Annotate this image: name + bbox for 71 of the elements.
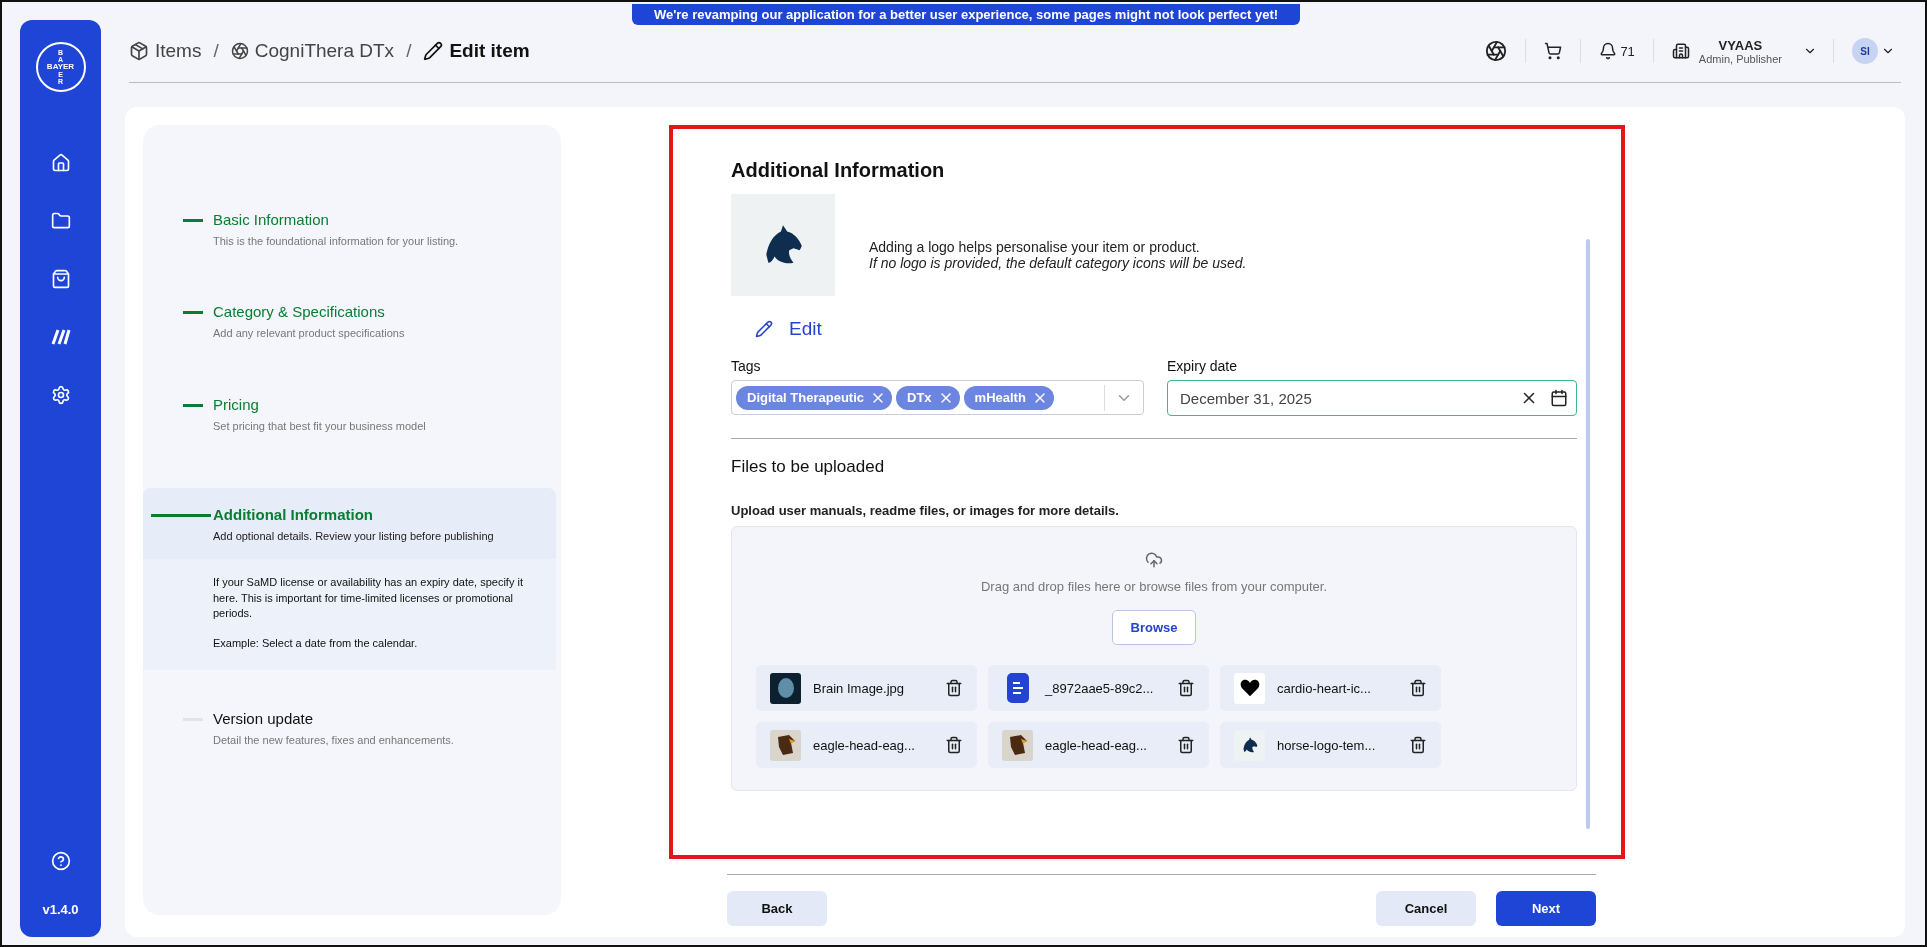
logo-note: If no logo is provided, the default category icons will be used.: [869, 255, 1247, 271]
logo-text: BAYER: [46, 63, 75, 71]
trash-icon[interactable]: [1177, 679, 1195, 697]
trash-icon[interactable]: [945, 736, 963, 754]
trash-icon[interactable]: [945, 679, 963, 697]
pencil-icon: [755, 320, 773, 338]
browse-button[interactable]: Browse: [1111, 610, 1197, 645]
notifications-button[interactable]: 71: [1581, 39, 1654, 63]
user-menu[interactable]: SI: [1834, 39, 1901, 63]
breadcrumb-separator: /: [213, 40, 219, 62]
step-description: This is the foundational information for your listing.: [213, 234, 460, 249]
step-title[interactable]: Additional Information: [213, 506, 556, 524]
section-title: Additional Information: [731, 159, 946, 182]
bell-icon: [1599, 42, 1618, 60]
building-icon: [1671, 42, 1690, 60]
file-name: horse-logo-tem...: [1277, 737, 1377, 753]
tag-chip: DTx: [896, 385, 960, 410]
file-name: _8972aae5-89c2...: [1045, 680, 1155, 696]
step-description: Set pricing that best fit your business model: [213, 418, 427, 434]
step-description: Detail the new features, fixes and enhancements.: [213, 733, 455, 749]
step-indicator: [183, 219, 203, 222]
breadcrumb-link[interactable]: Items: [129, 40, 202, 62]
step-title[interactable]: Pricing: [213, 395, 561, 413]
help-text: If your SaMD license or availability has an expiry date, specify it here. This is important for time-limited licenses or promotional periods.: [213, 574, 524, 622]
horse-thumbnail: [1234, 729, 1265, 761]
drop-hint: Drag and drop files here or browse files from your computer.: [980, 579, 1328, 594]
cluster-icon: [230, 42, 249, 60]
field-label: Expiry date: [1167, 358, 1239, 374]
date-field[interactable]: December 31, 2025: [1167, 380, 1577, 416]
organization-switcher[interactable]: VYAAS Admin, Publisher: [1653, 39, 1834, 63]
file-name: eagle-head-eag...: [813, 737, 916, 753]
logo-hint: Adding a logo helps personalise your item or product.: [869, 239, 1201, 255]
package-icon: [129, 41, 149, 61]
date-value: December 31, 2025: [1180, 389, 1313, 407]
version-label: v1.4.0: [42, 902, 79, 917]
step-title[interactable]: Category & Specifications: [213, 303, 561, 321]
files-title: Files to be uploaded: [731, 457, 886, 477]
tag-chip: Digital Therapeutic: [736, 385, 893, 410]
step-description: Add any relevant product specifications: [213, 326, 406, 342]
trash-icon[interactable]: [1409, 736, 1427, 754]
tag-chip: mHealth: [963, 385, 1054, 410]
help-text: Example: Select a date from the calendar.: [213, 636, 419, 652]
step-title[interactable]: Basic Information: [213, 211, 561, 228]
step-description: Add optional details. Review your listing before publishing: [213, 529, 495, 545]
announcement-banner: We're revamping our application for a better user experience, some pages might not look perfect yet!: [632, 4, 1300, 25]
calendar-icon[interactable]: [1550, 389, 1568, 407]
cancel-button[interactable]: Cancel: [1376, 891, 1476, 926]
heart-thumbnail: [1234, 672, 1265, 704]
file-name: cardio-heart-ic...: [1277, 680, 1372, 696]
back-button[interactable]: Back: [727, 891, 827, 926]
step-title[interactable]: Version update: [213, 710, 561, 728]
edit-logo-button[interactable]: Edit: [755, 318, 822, 340]
trash-icon[interactable]: [1177, 736, 1195, 754]
file-name: eagle-head-eag...: [1045, 737, 1148, 753]
trash-icon[interactable]: [1409, 679, 1427, 697]
upload-icon: [1145, 551, 1163, 569]
breadcrumb-link[interactable]: CogniThera DTx: [230, 40, 395, 62]
files-description: Upload user manuals, readme files, or images for more details.: [731, 503, 1120, 518]
breadcrumb-link[interactable]: Edit item: [423, 40, 530, 62]
pencil-icon: [423, 41, 444, 61]
file-name: Brain Image.jpg: [813, 680, 906, 696]
next-button[interactable]: Next: [1496, 891, 1596, 926]
active-step[interactable]: Additional Information Add optional details. Review your listing before publishing: [143, 488, 556, 559]
step-indicator: [183, 403, 203, 407]
field-label: Tags: [731, 358, 762, 374]
scrollbar[interactable]: [1586, 239, 1590, 829]
breadcrumb-separator: /: [406, 40, 412, 62]
step-indicator: [151, 514, 211, 518]
drop-zone[interactable]: Drag and drop files here or browse files from your computer. Browse Brain Image.jpg _8972aae5-89c2... cardio-heart-ic... eagle-head-eag... eagle-head-eag... horse-logo-tem...: [731, 526, 1577, 791]
user-avatar: SI: [1852, 38, 1878, 64]
step-indicator: [183, 311, 203, 315]
